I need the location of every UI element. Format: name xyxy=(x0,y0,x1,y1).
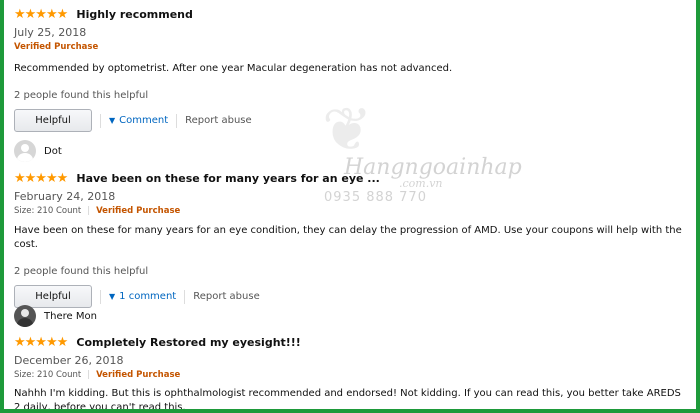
meta-separator: | xyxy=(87,206,91,216)
review-list: ★★★★★ Highly recommend July 25, 2018 Ver… xyxy=(4,0,696,409)
review-body: Have been on these for many years for an… xyxy=(14,225,682,250)
reviewer-profile[interactable]: Dot xyxy=(14,140,62,162)
reviewer-name[interactable]: There Mon xyxy=(44,311,97,322)
review-card: ★★★★★ Completely Restored my eyesight!!!… xyxy=(14,332,690,409)
review-title[interactable]: Completely Restored my eyesight!!! xyxy=(76,336,300,349)
review-body: Recommended by optometrist. After one ye… xyxy=(14,63,453,74)
reviewer-profile[interactable]: There Mon xyxy=(14,305,97,327)
divider xyxy=(184,289,186,304)
review-body: Nahhh I'm kidding. But this is ophthalmo… xyxy=(14,388,681,409)
helpful-count: 2 people found this helpful xyxy=(14,266,149,277)
verified-purchase-badge: Verified Purchase xyxy=(96,370,181,380)
avatar[interactable] xyxy=(14,140,36,162)
comment-link[interactable]: Comment xyxy=(119,115,168,126)
size-label[interactable]: Size: 210 Count xyxy=(14,206,81,216)
review-title[interactable]: Highly recommend xyxy=(76,8,193,21)
meta-separator: | xyxy=(87,370,91,380)
size-label[interactable]: Size: 210 Count xyxy=(14,370,81,380)
helpful-count: 2 people found this helpful xyxy=(14,90,149,101)
divider xyxy=(100,113,101,128)
star-rating[interactable]: ★★★★★ xyxy=(14,7,68,22)
review-date: February 24, 2018 xyxy=(14,190,116,203)
verified-purchase-badge: Verified Purchase xyxy=(96,206,181,216)
review-date: December 26, 2018 xyxy=(14,354,124,367)
chevron-down-icon[interactable]: ▼ xyxy=(109,292,115,301)
report-abuse-link[interactable]: Report abuse xyxy=(193,291,260,302)
comment-link[interactable]: 1 comment xyxy=(119,291,176,302)
avatar[interactable] xyxy=(14,305,36,327)
verified-purchase-badge: Verified Purchase xyxy=(14,42,99,52)
chevron-down-icon[interactable]: ▼ xyxy=(109,116,115,125)
helpful-button[interactable]: Helpful xyxy=(14,109,92,132)
review-date: July 25, 2018 xyxy=(14,26,87,39)
review-title[interactable]: Have been on these for many years for an… xyxy=(76,172,379,185)
report-abuse-link[interactable]: Report abuse xyxy=(185,115,252,126)
star-rating[interactable]: ★★★★★ xyxy=(14,171,68,186)
divider xyxy=(176,113,178,128)
review-card: ★★★★★ Highly recommend July 25, 2018 Ver… xyxy=(14,4,690,132)
reviewer-name[interactable]: Dot xyxy=(44,146,62,157)
divider xyxy=(100,289,101,304)
star-rating[interactable]: ★★★★★ xyxy=(14,335,68,350)
review-card: ★★★★★ Have been on these for many years … xyxy=(14,168,690,308)
